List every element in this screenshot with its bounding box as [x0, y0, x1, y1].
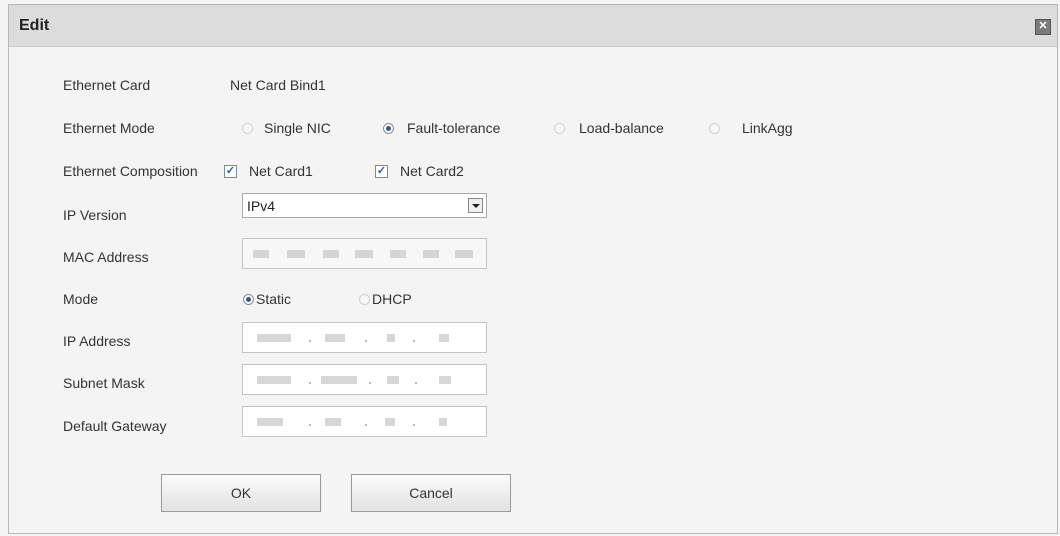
subnet-mask-label: Subnet Mask — [63, 375, 145, 391]
option-linkagg-label: LinkAgg — [742, 120, 793, 136]
ip-address-label: IP Address — [63, 333, 131, 349]
checkbox-net-card2[interactable]: ✓ — [375, 165, 388, 178]
cancel-button[interactable]: Cancel — [351, 474, 511, 512]
option-load-balance-label: Load-balance — [579, 120, 664, 136]
net-card1-label: Net Card1 — [249, 163, 313, 179]
radio-static[interactable] — [243, 294, 254, 305]
dialog-title: Edit — [19, 17, 50, 34]
dialog-titlebar: Edit ✕ — [9, 5, 1057, 47]
ip-version-select[interactable]: IPv4 — [242, 193, 487, 218]
ip-version-label: IP Version — [63, 207, 127, 223]
ip-address-field[interactable] — [242, 322, 487, 353]
radio-fault-tolerance[interactable] — [383, 123, 394, 134]
default-gateway-label: Default Gateway — [63, 418, 167, 434]
ok-button[interactable]: OK — [161, 474, 321, 512]
mode-label: Mode — [63, 291, 99, 307]
ip-version-value: IPv4 — [247, 198, 276, 214]
ethernet-mode-label: Ethernet Mode — [63, 120, 155, 136]
ethernet-card-label: Ethernet Card — [63, 77, 151, 93]
subnet-mask-field[interactable] — [242, 364, 487, 395]
mac-address-field[interactable] — [242, 238, 487, 269]
option-single-nic-label: Single NIC — [264, 120, 331, 136]
net-card2-label: Net Card2 — [400, 163, 464, 179]
close-icon[interactable]: ✕ — [1035, 19, 1051, 35]
radio-dhcp[interactable] — [359, 294, 370, 305]
radio-single-nic[interactable] — [242, 123, 253, 134]
default-gateway-field[interactable] — [242, 406, 487, 437]
mac-address-label: MAC Address — [63, 249, 149, 265]
chevron-down-icon[interactable] — [468, 198, 483, 213]
radio-load-balance[interactable] — [554, 123, 565, 134]
checkbox-net-card1[interactable]: ✓ — [224, 165, 237, 178]
option-static-label: Static — [256, 291, 292, 307]
ethernet-card-value: Net Card Bind1 — [230, 77, 326, 93]
option-dhcp-label: DHCP — [372, 291, 412, 307]
edit-dialog: Edit ✕ Ethernet Card Net Card Bind1 Ethe… — [8, 4, 1058, 534]
ethernet-composition-label: Ethernet Composition — [63, 163, 198, 179]
option-fault-tolerance-label: Fault-tolerance — [407, 120, 501, 136]
radio-linkagg[interactable] — [709, 123, 720, 134]
